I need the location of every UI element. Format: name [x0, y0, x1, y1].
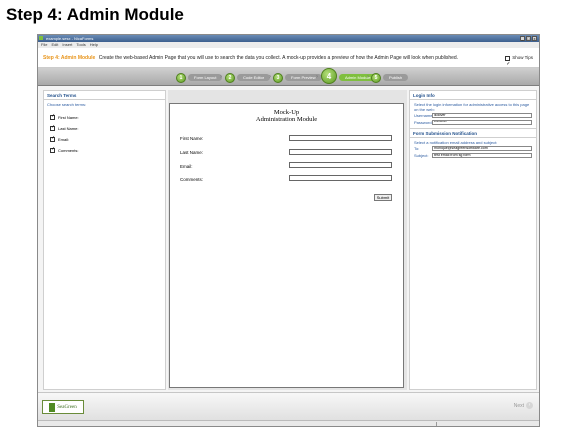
- search-terms-subtitle: Choose search terms:: [47, 102, 87, 107]
- email-checkbox[interactable]: [50, 135, 55, 142]
- mockup-title: Mock-Up Administration Module: [170, 109, 403, 123]
- wizard-step-code-editor[interactable]: 2 Code Editor: [225, 72, 271, 83]
- minimize-icon[interactable]: _: [520, 36, 525, 41]
- wizard-step-label: Code Editor: [237, 74, 271, 81]
- mockup-email-input[interactable]: [289, 162, 392, 168]
- mockup-field-label: First Name:: [180, 136, 204, 141]
- wizard-step-form-preview[interactable]: 3 Form Preview: [273, 72, 322, 83]
- chevron-right-icon: ›: [316, 74, 318, 80]
- step-number-icon: 4: [321, 68, 337, 84]
- page-heading: Step 4: Admin Module: [6, 5, 184, 24]
- mockup-title-line2: Administration Module: [255, 116, 318, 123]
- window-title: example.sesx - NicaForms: [46, 36, 94, 41]
- app-icon: [39, 36, 43, 40]
- settings-panel: Login Info Select the login information …: [409, 90, 537, 390]
- comments-checkbox[interactable]: [50, 146, 55, 153]
- step-number-icon: 5: [371, 72, 381, 83]
- chevron-right-icon: ›: [269, 74, 271, 80]
- mockup-submit-button[interactable]: Submit: [374, 194, 392, 201]
- login-info-title: Login Info: [410, 91, 536, 100]
- window-controls: _ □ x: [520, 36, 537, 41]
- password-row: Password: *********: [410, 119, 536, 126]
- mockup-field-label: Email:: [180, 164, 193, 169]
- subject-row: Subject: test email from sg form: [410, 152, 536, 159]
- mockup-field-label: Comments:: [180, 177, 204, 182]
- status-bar: [38, 420, 539, 426]
- mockup-preview: Mock-Up Administration Module First Name…: [169, 103, 404, 388]
- search-terms-panel: Search Terms Choose search terms: First …: [43, 90, 166, 390]
- logo-text: SeaGreen: [57, 404, 77, 410]
- mockup-comments-input[interactable]: [289, 175, 392, 181]
- search-term-last-name[interactable]: Last Name:: [50, 124, 165, 131]
- mockup-title-line1: Mock-Up: [273, 109, 300, 116]
- step-header: Step 4: Admin Module Create the web-base…: [38, 48, 539, 74]
- search-term-comments[interactable]: Comments:: [50, 146, 165, 153]
- logo-mark-icon: [49, 402, 56, 412]
- subject-field[interactable]: test email from sg form: [432, 153, 532, 158]
- close-icon[interactable]: x: [532, 36, 537, 41]
- search-term-label: Last Name:: [58, 126, 79, 131]
- password-label: Password:: [414, 120, 433, 125]
- app-window: example.sesx - NicaForms _ □ x File Edit…: [37, 34, 540, 427]
- show-tips-toggle[interactable]: Show Tips: [505, 48, 533, 74]
- mockup-last-name-input[interactable]: [289, 149, 392, 155]
- mockup-field-label: Last Name:: [180, 150, 204, 155]
- search-term-label: Comments:: [58, 148, 79, 153]
- seagreen-logo: SeaGreen: [42, 400, 84, 414]
- first-name-checkbox[interactable]: [50, 113, 55, 120]
- mockup-first-name-input[interactable]: [289, 135, 392, 141]
- to-row: To: monique@seagreensoftware.com: [410, 145, 536, 152]
- search-terms-title: Search Terms: [44, 91, 165, 100]
- wizard-step-label: Publish: [383, 74, 409, 81]
- search-term-label: Email:: [58, 137, 70, 142]
- last-name-checkbox[interactable]: [50, 124, 55, 131]
- wizard-step-form-layout[interactable]: 1 Form Layout: [176, 72, 223, 83]
- username-field[interactable]: lkdover: [432, 113, 532, 118]
- username-label: Username:: [414, 113, 434, 118]
- search-term-label: First Name:: [58, 115, 79, 120]
- to-email-field[interactable]: monique@seagreensoftware.com: [432, 146, 532, 151]
- chevron-right-icon: ›: [367, 74, 369, 80]
- subject-label: Subject:: [414, 153, 429, 158]
- to-label: To:: [414, 146, 420, 151]
- wizard-nav: 1 Form Layout › 2 Code Editor › 3 Form P…: [38, 68, 539, 86]
- step-number-icon: 2: [225, 72, 235, 83]
- wizard-step-label: Form Layout: [188, 74, 223, 81]
- password-field[interactable]: *********: [432, 120, 532, 125]
- search-term-email[interactable]: Email:: [50, 135, 165, 142]
- maximize-icon[interactable]: □: [526, 36, 531, 41]
- title-bar: example.sesx - NicaForms _ □ x: [38, 35, 539, 42]
- login-info-description: Select the login information for adminis…: [414, 102, 530, 112]
- wizard-step-publish[interactable]: 5 Publish: [371, 72, 409, 83]
- next-button[interactable]: Next ›: [514, 402, 533, 409]
- status-divider: [436, 422, 437, 426]
- step-description: Create the web-based Admin Page that you…: [98, 55, 459, 61]
- username-row: Username: lkdover: [410, 112, 536, 119]
- show-tips-checkbox[interactable]: [505, 54, 510, 74]
- footer: SeaGreen Next ›: [38, 392, 539, 422]
- arrow-right-icon: ›: [526, 402, 533, 409]
- search-term-first-name[interactable]: First Name:: [50, 113, 165, 120]
- show-tips-label: Show Tips: [512, 55, 533, 60]
- mockup-area: Mock-Up Administration Module First Name…: [168, 90, 407, 390]
- next-label: Next: [513, 402, 524, 409]
- notification-description: Select a notification email address and …: [414, 140, 498, 145]
- step-number-icon: 3: [273, 72, 283, 83]
- step-number-icon: 1: [176, 72, 186, 83]
- step-title: Step 4: Admin Module: [43, 55, 96, 61]
- notification-title: Form Submission Notification: [410, 128, 536, 138]
- chevron-right-icon: ›: [220, 74, 222, 80]
